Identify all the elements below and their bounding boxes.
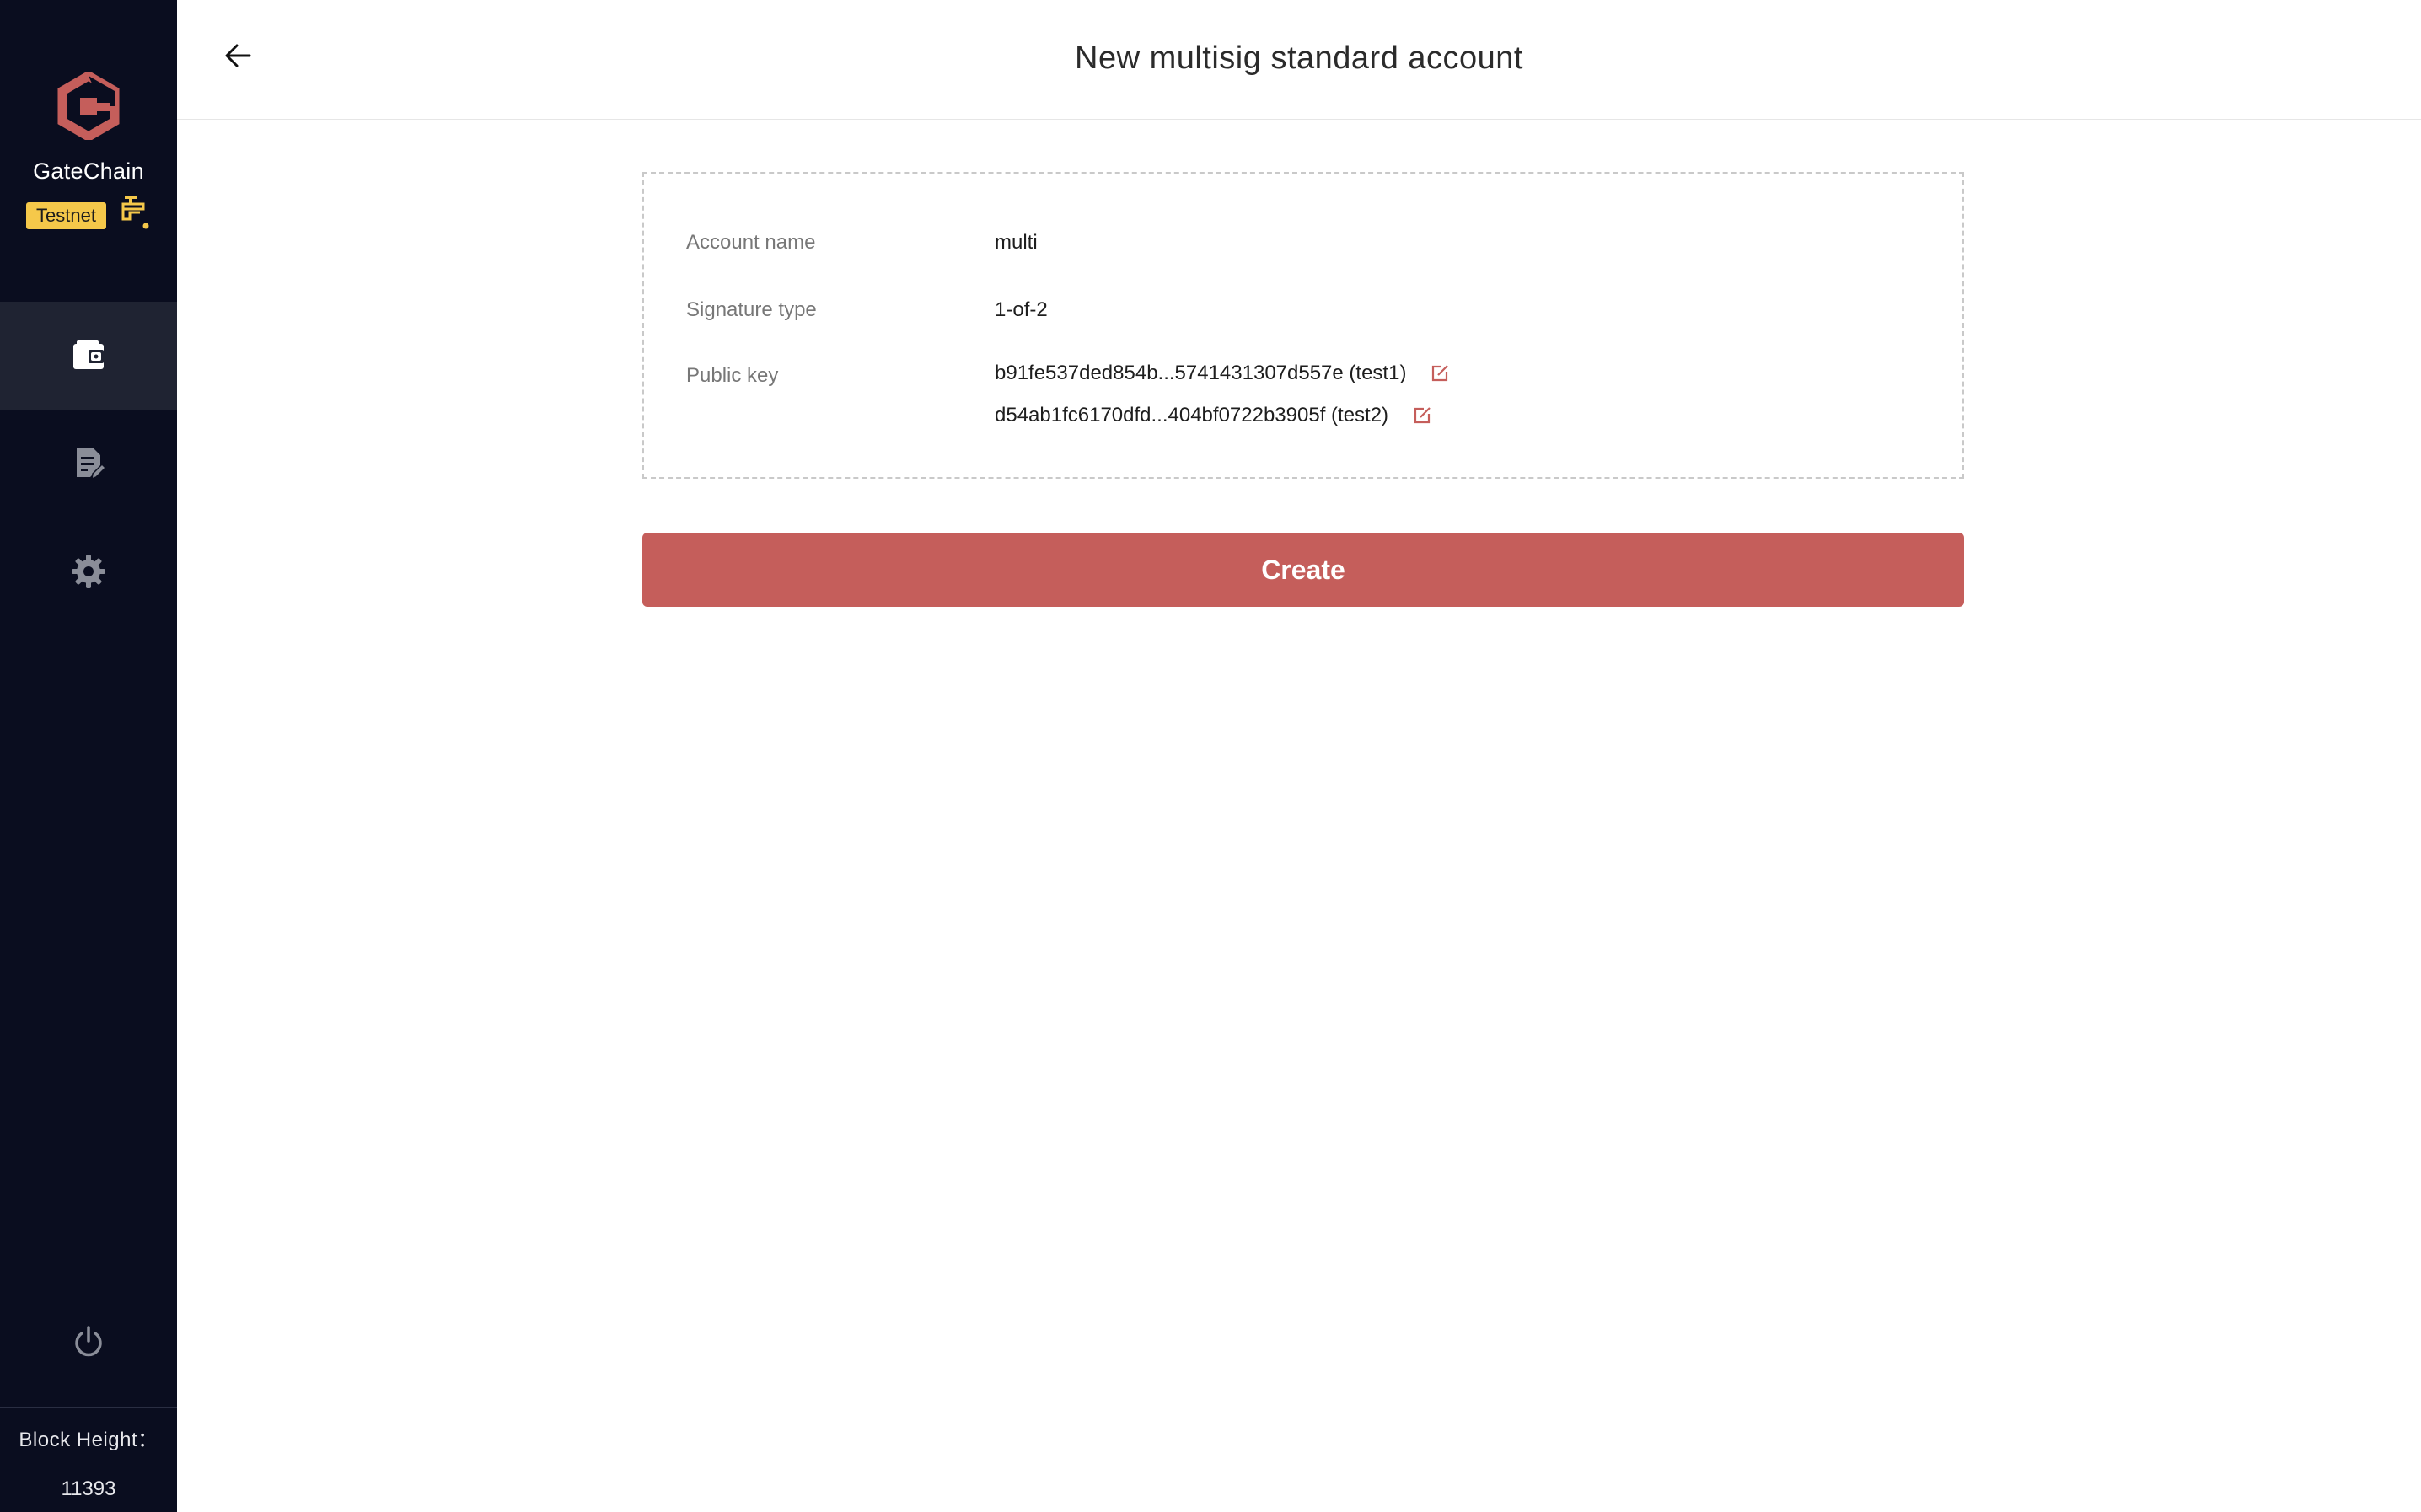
- public-key-text: d54ab1fc6170dfd...404bf0722b3905f (test2…: [995, 404, 1389, 426]
- sidebar: GateChain Testnet Block Height： 11393: [0, 0, 177, 1512]
- page-title: New multisig standard account: [1075, 40, 1523, 76]
- account-details-card: Account name multi Signature type 1-of-2…: [642, 172, 1964, 479]
- account-name-label: Account name: [686, 231, 816, 254]
- account-name-value: multi: [995, 231, 1038, 254]
- public-key-text: b91fe537ded854b...5741431307d557e (test1…: [995, 362, 1407, 384]
- nav-item-wallet[interactable]: [0, 302, 177, 410]
- brand-name: GateChain: [33, 158, 144, 184]
- nav-item-settings[interactable]: [0, 517, 177, 625]
- document-edit-icon: [77, 448, 107, 480]
- wallet-icon: [73, 340, 104, 369]
- public-key-item: d54ab1fc6170dfd...404bf0722b3905f (test2…: [995, 403, 1432, 428]
- network-badge: Testnet: [26, 202, 106, 229]
- nav-item-transactions[interactable]: [0, 410, 177, 517]
- signature-type-value: 1-of-2: [995, 298, 1048, 321]
- page-header: New multisig standard account: [177, 0, 2421, 120]
- public-key-item: b91fe537ded854b...5741431307d557e (test1…: [995, 361, 1450, 386]
- sidebar-divider: [0, 1407, 177, 1408]
- block-height-label: Block Height：: [19, 1429, 158, 1451]
- gatechain-logo-icon: [57, 72, 120, 140]
- create-button[interactable]: Create: [642, 533, 1964, 607]
- edit-icon[interactable]: [1412, 405, 1432, 426]
- gear-icon: [72, 555, 105, 588]
- edit-icon[interactable]: [1430, 363, 1450, 383]
- app-root: GateChain Testnet Block Height： 11393 Ne…: [0, 0, 2421, 1512]
- block-height-value: 11393: [61, 1477, 116, 1500]
- signature-type-label: Signature type: [686, 298, 817, 321]
- faucet-icon[interactable]: [121, 194, 152, 231]
- logout-button[interactable]: [0, 1315, 177, 1370]
- power-icon: [75, 1326, 102, 1357]
- brand-block: GateChain Testnet: [0, 0, 177, 302]
- public-key-label: Public key: [686, 364, 779, 387]
